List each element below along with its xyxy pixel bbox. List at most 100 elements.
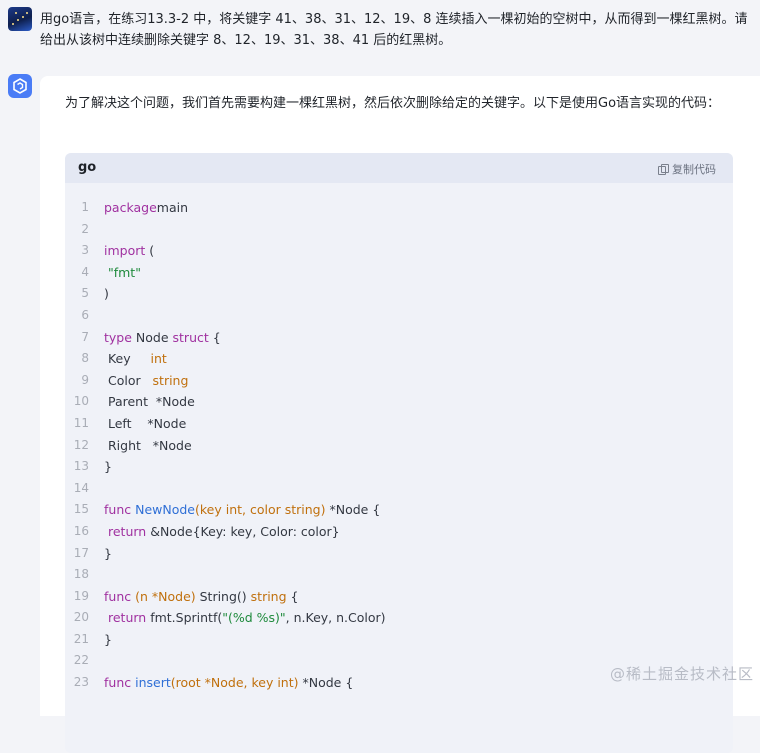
code-text: Key int [104,348,167,370]
code-token: } [104,631,112,647]
code-text: import ( [104,240,154,262]
code-line: 2 [65,219,733,241]
line-number: 13 [73,459,89,474]
code-line: 7 type Node struct { [65,327,733,349]
user-message: 用go语言，在练习13.3-2 中，将关键字 41、38、31、12、19、8 … [8,7,760,57]
line-number: 8 [81,351,89,366]
code-token: Color [104,372,153,388]
line-number: 3 [81,243,89,258]
code-line: 14 [65,478,733,500]
code-line: 15 func NewNode(key int, color string) *N… [65,499,733,521]
code-line: 1 packagemain [65,197,733,219]
code-token: { [208,329,221,345]
code-token: struct [172,329,209,345]
code-text: packagemain [104,197,188,219]
code-line: 19 func (n *Node) String() string { [65,586,733,608]
code-token: *Node { [325,502,381,518]
assistant-logo-icon [13,78,27,94]
code-lines: 1 packagemain 2 3 import (4 "fmt" 5) 6 7 type No… [65,197,733,694]
code-token: func [104,675,132,691]
line-number: 18 [73,567,89,582]
code-token: return [107,610,147,626]
watermark: @稀土掘金技术社区 [609,665,754,683]
code-language-label: go [78,160,97,175]
code-token: func [104,588,132,604]
line-number: 20 [73,610,89,625]
line-number: 19 [73,588,89,603]
code-token: fmt.Sprintf( [146,610,223,626]
line-number: 11 [73,415,89,430]
code-text: type Node struct { [104,327,221,349]
line-number: 2 [81,221,89,236]
code-token: "fmt" [107,264,141,280]
line-number: 9 [81,372,89,387]
code-text: Left *Node [104,413,186,435]
code-text: return &Node{Key: key, Color: color} [104,521,340,543]
copy-code-button[interactable]: 复制代码 [658,161,716,177]
code-line: 17} [65,543,733,565]
code-token: (key int, color string) [195,502,326,518]
code-block-header: go 复制代码 [65,153,733,183]
code-token: ) [104,286,109,302]
code-line: 3 import ( [65,240,733,262]
code-text: ) [104,283,109,305]
line-number: 5 [81,286,89,301]
code-text: "fmt" [104,262,141,284]
code-line: 6 [65,305,733,327]
line-number: 6 [81,307,89,322]
line-number: 1 [81,200,89,214]
line-number: 12 [73,437,89,452]
code-text: Color string [104,370,188,392]
code-token: } [104,545,112,561]
code-line: 13} [65,456,733,478]
code-token: &Node{Key: key, Color: color} [146,523,340,539]
line-number: 7 [81,329,89,344]
code-line: 16 return &Node{Key: key, Color: color} [65,521,733,543]
code-token: import [104,243,146,259]
code-line: 10 Parent *Node [65,391,733,413]
code-line: 4 "fmt" [65,262,733,284]
code-token: insert [135,675,171,691]
user-message-text: 用go语言，在练习13.3-2 中，将关键字 41、38、31、12、19、8 … [40,12,748,48]
assistant-intro-text: 为了解决这个问题，我们首先需要构建一棵红黑树，然后依次删除给定的关键字。以下是使… [65,96,721,111]
code-line: 5) [65,283,733,305]
user-avatar [8,7,32,31]
code-token: Key [104,351,151,367]
code-line: 21} [65,629,733,651]
line-number: 14 [73,480,89,495]
code-token: NewNode [135,502,195,518]
code-text: } [104,456,112,478]
code-text: return fmt.Sprintf("(%d %s)", n.Key, n.C… [104,607,386,629]
line-number: 21 [73,631,89,646]
line-number: 15 [73,502,89,517]
code-token: string [250,588,287,604]
code-token: { [286,588,299,604]
code-line: 9 Color string [65,370,733,392]
line-number: 17 [73,545,89,560]
code-token: } [104,459,112,475]
code-line: 18 [65,564,733,586]
code-text: func insert(root *Node, key int) *Node { [104,672,353,694]
code-token: main [156,200,189,215]
code-text: } [104,629,112,651]
code-text: func NewNode(key int, color string) *Nod… [104,499,380,521]
code-token: type [104,329,132,345]
code-token: string [152,372,189,388]
copy-icon [658,163,669,175]
line-number: 16 [73,523,89,538]
line-number: 22 [73,653,89,668]
code-token: Left *Node [104,415,187,431]
code-token: "(%d %s)" [222,610,286,626]
code-line: 11 Left *Node [65,413,733,435]
line-number: 10 [73,394,89,409]
copy-code-label: 复制代码 [672,163,716,176]
line-number: 4 [81,264,89,279]
code-token: String() [195,588,251,604]
code-token: *Node { [298,675,354,691]
code-text: Right *Node [104,435,192,457]
code-line: 20 return fmt.Sprintf("(%d %s)", n.Key, … [65,607,733,629]
code-line: 8 Key int [65,348,733,370]
line-number: 23 [73,675,89,690]
code-token: func [104,502,132,518]
code-token: ( [145,243,155,259]
